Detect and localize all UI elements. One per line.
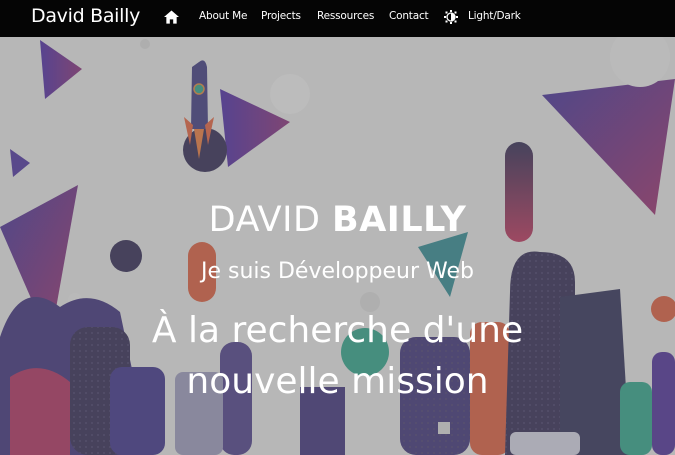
nav-ressources[interactable]: Ressources (317, 10, 374, 22)
hero-section: DAVID BAILLY Je suis Développeur Web À l… (0, 37, 675, 455)
nav-projects[interactable]: Projects (261, 10, 301, 22)
hero-mission-line2: nouvelle mission (186, 361, 489, 402)
contrast-icon[interactable] (444, 10, 458, 24)
hero-mission-line1: À la recherche d'une (151, 310, 524, 351)
hero-subtitle: Je suis Développeur Web (200, 259, 474, 284)
theme-toggle-label[interactable]: Light/Dark (468, 10, 521, 22)
nav-contact[interactable]: Contact (389, 10, 429, 22)
hero-last-name: BAILLY (332, 200, 467, 240)
nav-about-me[interactable]: About Me (199, 10, 248, 22)
hero-title: DAVID BAILLY (0, 200, 675, 240)
brand-link[interactable]: David Bailly (31, 5, 140, 27)
hero-first-name: DAVID (208, 200, 321, 240)
navbar: David Bailly About Me Projects Ressource… (0, 0, 675, 37)
home-icon[interactable] (164, 10, 179, 24)
hero-mission: À la recherche d'une nouvelle mission (0, 305, 675, 407)
